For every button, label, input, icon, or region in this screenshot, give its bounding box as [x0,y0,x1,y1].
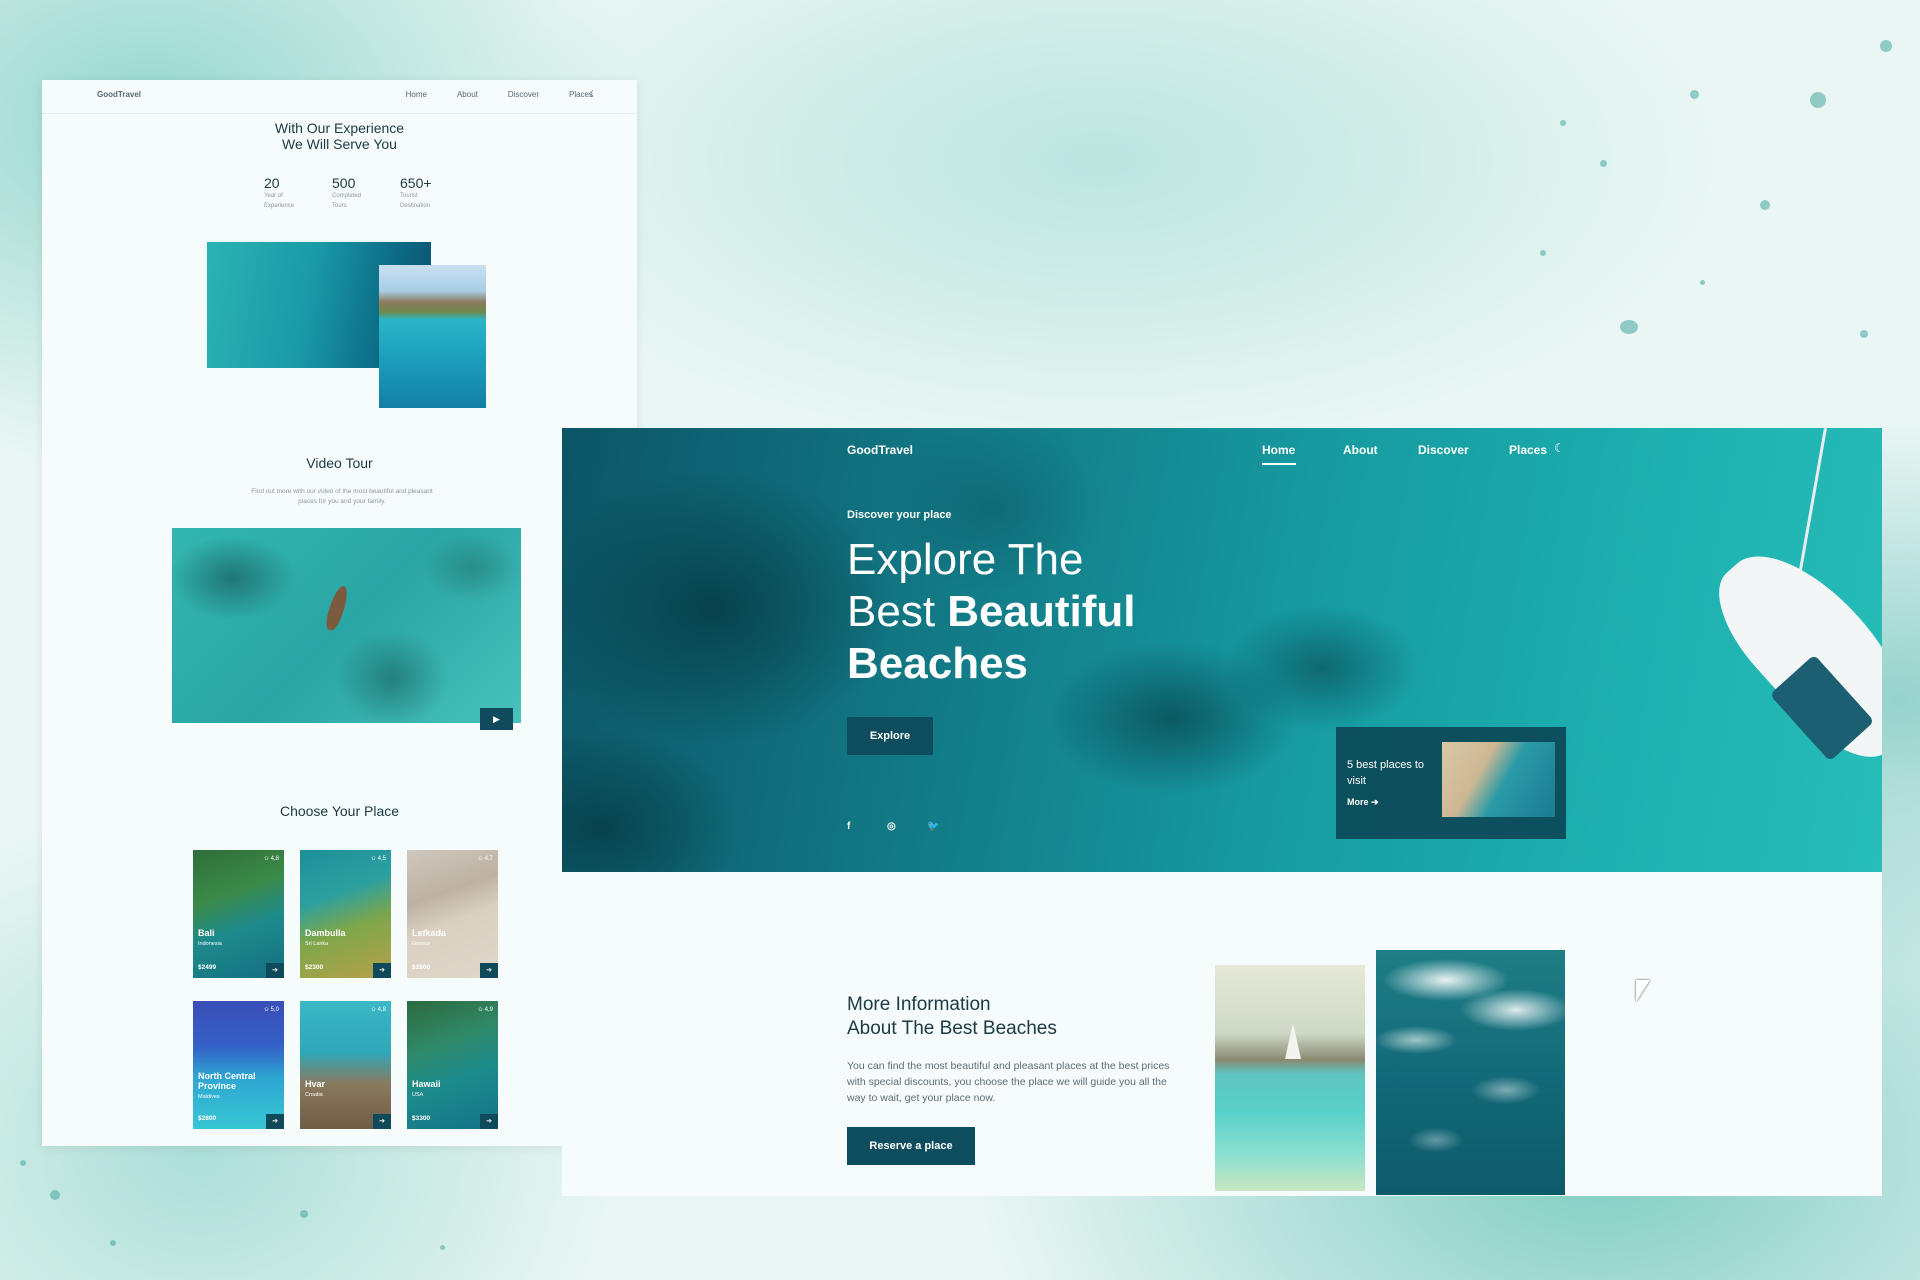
logo[interactable]: GoodTravel [97,90,141,99]
logo[interactable]: GoodTravel [847,443,913,457]
place-card-bali[interactable]: ✩ 4,8 Bali Indonesia $2499 ➔ [193,850,284,978]
stats-row: 20 Year of Experience 500 Completed Tour… [264,175,440,211]
hero-subtitle: Discover your place [847,509,952,521]
active-nav-indicator [1262,463,1296,465]
stat-label: Year of Experience [264,193,295,209]
stat-tours: 500 Completed Tours [332,175,372,211]
place-country: Greece [412,941,431,947]
place-price: $3300 [412,1115,431,1122]
video-player[interactable] [172,528,521,723]
rating: ✩ 4,5 [370,856,386,862]
main-page-preview: GoodTravel Home About Discover Places ☾ … [562,428,1882,1196]
explore-button[interactable]: Explore [847,717,933,755]
arrow-right-icon[interactable]: ➔ [373,1114,391,1129]
info-title: More Information About The Best Beaches [847,993,1057,1041]
rating: ✩ 4,8 [370,1007,386,1013]
hero-title-line2: Best Beautiful [847,586,1267,638]
rating: ✩ 4,7 [477,856,493,862]
instagram-icon[interactable]: ◎ [887,821,896,832]
place-name: Bali [198,928,215,938]
place-name: Lefkada [412,928,447,938]
place-country: USA [412,1092,424,1098]
place-price: $2800 [198,1115,217,1122]
place-price: $2499 [198,964,217,971]
place-country: Indonesia [198,941,222,947]
nav-item-about[interactable]: About [457,90,478,99]
nav-item-places[interactable]: Places [1509,443,1547,457]
hero-title-bold: Beautiful [947,587,1136,636]
arrow-right-icon[interactable]: ➔ [480,963,498,978]
nav-menu: Home About Discover Places [406,90,593,99]
facebook-icon[interactable]: f [847,821,850,832]
stat-value: 500 [332,175,356,191]
sail-image [1285,1023,1301,1059]
waves-photo [1376,950,1565,1195]
place-name: Hvar [305,1079,326,1089]
navbar: GoodTravel Home About Discover Places ☾ [42,80,637,114]
twitter-icon[interactable]: 🐦 [927,821,939,832]
arrow-right-icon[interactable]: ➔ [266,1114,284,1129]
stat-value: 650+ [400,175,432,191]
place-price: $2800 [412,964,431,971]
place-name: Dambulla [305,928,346,938]
info-title-line2: About The Best Beaches [847,1018,1057,1039]
featured-places-card[interactable]: 5 best places to visit More ➔ [1336,727,1566,839]
rating: ✩ 4,8 [263,856,279,862]
arrow-right-icon[interactable]: ➔ [480,1114,498,1129]
reserve-button[interactable]: Reserve a place [847,1127,975,1165]
secondary-page-preview: GoodTravel Home About Discover Places ☾ … [42,80,637,1146]
stat-value: 20 [264,175,280,191]
nav-item-discover[interactable]: Discover [1418,443,1469,457]
experience-heading-line1: With Our Experience [274,120,405,136]
rating: ✩ 5,0 [263,1007,279,1013]
more-link[interactable]: More ➔ [1347,797,1379,808]
info-description: You can find the most beautiful and plea… [847,1060,1170,1104]
place-country: Maldives [198,1094,220,1100]
place-price: $2300 [305,964,324,971]
place-card-hawaii[interactable]: ✩ 4,9 Hawaii USA $3300 ➔ [407,1001,498,1129]
rating: ✩ 4,9 [477,1007,493,1013]
sailboat-image [1695,527,1882,779]
coast-underwater-image [379,265,486,408]
nav-item-home[interactable]: Home [406,90,427,99]
place-country: Sri Lanka [305,941,329,947]
place-name: North Central Province [198,1071,256,1091]
stat-destinations: 650+ Tourist Destination [400,175,440,211]
moon-icon[interactable]: ☾ [589,89,597,100]
info-title-line1: More Information [847,994,991,1015]
hero-title: Explore The Best Beautiful Beaches [847,534,1267,690]
nav-item-discover[interactable]: Discover [508,90,539,99]
stat-experience: 20 Year of Experience [264,175,304,211]
hero-title-light: Best [847,587,948,636]
nav-item-about[interactable]: About [1343,443,1378,457]
nav-item-home[interactable]: Home [1262,443,1295,457]
place-card-lefkada[interactable]: ✩ 4,7 Lefkada Greece $2800 ➔ [407,850,498,978]
stat-label: Tourist Destination [400,193,431,209]
beach-thumbnail-image [1442,742,1555,817]
hero-title-line1: Explore The [847,535,1084,584]
sailboat-photo [1215,965,1365,1191]
hero-section: GoodTravel Home About Discover Places ☾ … [562,428,1882,872]
hero-title-line3: Beaches [847,639,1029,688]
arrow-right-icon[interactable]: ➔ [266,963,284,978]
place-name: Hawaii [412,1079,441,1089]
place-card-north-central-province[interactable]: ✩ 5,0 North Central Province Maldives $2… [193,1001,284,1129]
stat-label: Completed Tours [332,193,362,209]
video-tour-title: Video Tour [306,455,373,471]
arrow-right-icon[interactable]: ➔ [373,963,391,978]
place-card-dambulla[interactable]: ✩ 4,5 Dambulla Sri Lanka $2300 ➔ [300,850,391,978]
choose-place-title: Choose Your Place [279,803,400,819]
place-country: Croatia [305,1092,323,1098]
experience-heading-line2: We Will Serve You [282,136,397,152]
moon-icon[interactable]: ☾ [1554,441,1565,455]
experience-heading: With Our Experience We Will Serve You [42,120,637,152]
video-tour-description: Find out more with our video of the most… [251,488,433,505]
mouse-cursor-icon [1636,980,1650,1002]
featured-card-title: 5 best places to visit [1347,759,1425,787]
place-card-hvar[interactable]: ✩ 4,8 Hvar Croatia ➔ [300,1001,391,1129]
play-button[interactable]: ▶ [480,708,513,730]
